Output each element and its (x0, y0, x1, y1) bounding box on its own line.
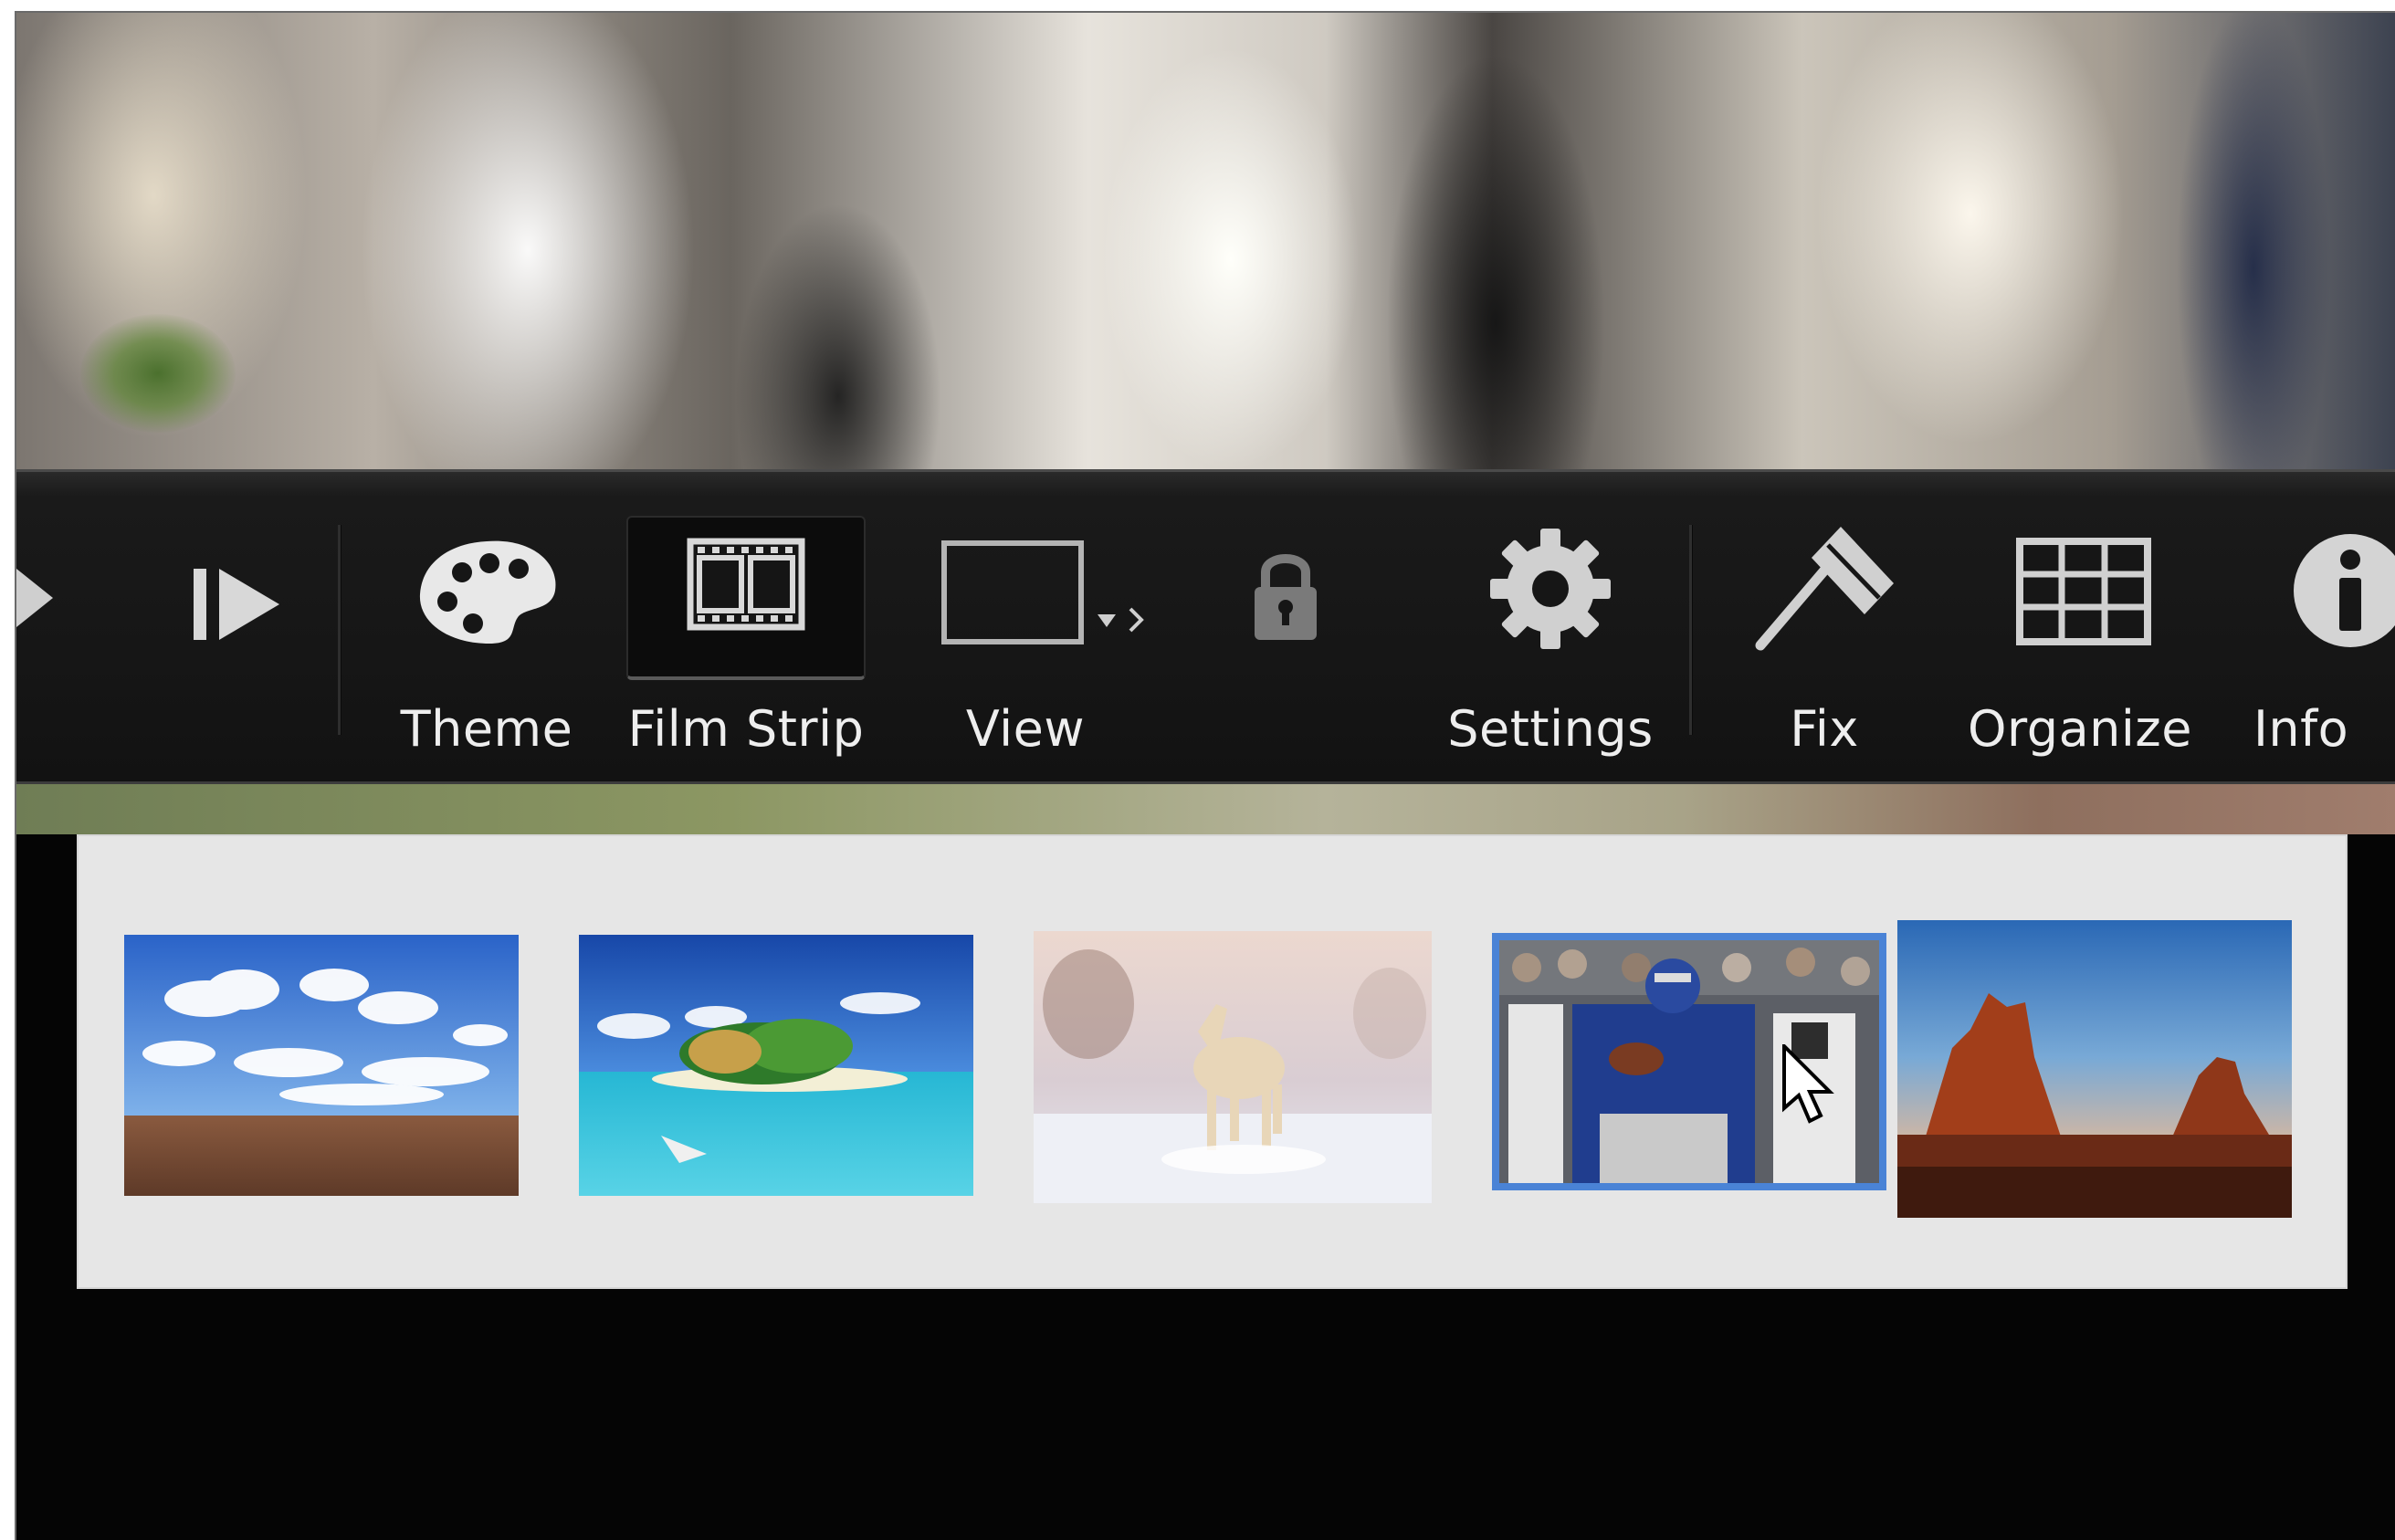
filmstrip-icon (626, 516, 866, 653)
lock-button[interactable] (1203, 490, 1368, 764)
fix-button[interactable]: Fix (1733, 490, 1916, 764)
fix-label: Fix (1790, 700, 1859, 758)
info-icon (2272, 516, 2395, 653)
toolbar-separator (338, 525, 341, 735)
thumbnail-white-horse[interactable] (1034, 931, 1432, 1203)
film-strip-button[interactable]: Film Strip (626, 490, 866, 764)
mouse-cursor-icon (1782, 1044, 1834, 1124)
slideshow-toolbar: Theme Film Strip View Settings Fix Organ… (16, 469, 2395, 784)
organize-button[interactable]: Organize (1943, 490, 2217, 764)
background-strip (16, 784, 2395, 834)
view-button[interactable]: View (911, 490, 1176, 764)
next-slide-icon (172, 516, 299, 653)
thumbnail-sky-field[interactable] (124, 935, 519, 1196)
previous-button[interactable] (16, 490, 80, 764)
view-label: View (965, 700, 1086, 758)
theme-label: Theme (400, 700, 573, 758)
wand-icon (1733, 516, 1916, 653)
toolbar-separator (1689, 525, 1693, 735)
settings-label: Settings (1447, 700, 1654, 758)
lock-icon (1203, 516, 1368, 653)
view-screen-icon (911, 516, 1176, 653)
play-left-icon (16, 516, 80, 653)
info-button[interactable]: Info (2253, 490, 2395, 764)
next-slide-button[interactable] (172, 490, 299, 764)
film-strip-label: Film Strip (627, 700, 865, 758)
background-plant (80, 314, 236, 433)
chevron-down-icon (1098, 614, 1116, 627)
settings-button[interactable]: Settings (1423, 490, 1678, 764)
app-window: Theme Film Strip View Settings Fix Organ… (15, 11, 2395, 1540)
thumbnail-desert-buttes[interactable] (1897, 920, 2292, 1218)
film-strip-panel (77, 834, 2348, 1289)
grid-icon (1943, 516, 2217, 653)
chevron-right-icon (1129, 607, 1144, 633)
gear-icon (1423, 516, 1678, 653)
theme-button[interactable]: Theme (382, 490, 592, 764)
thumbnail-tropical-island[interactable] (579, 935, 973, 1196)
palette-icon (382, 516, 592, 653)
organize-label: Organize (1968, 700, 2192, 758)
info-label: Info (2253, 700, 2349, 758)
